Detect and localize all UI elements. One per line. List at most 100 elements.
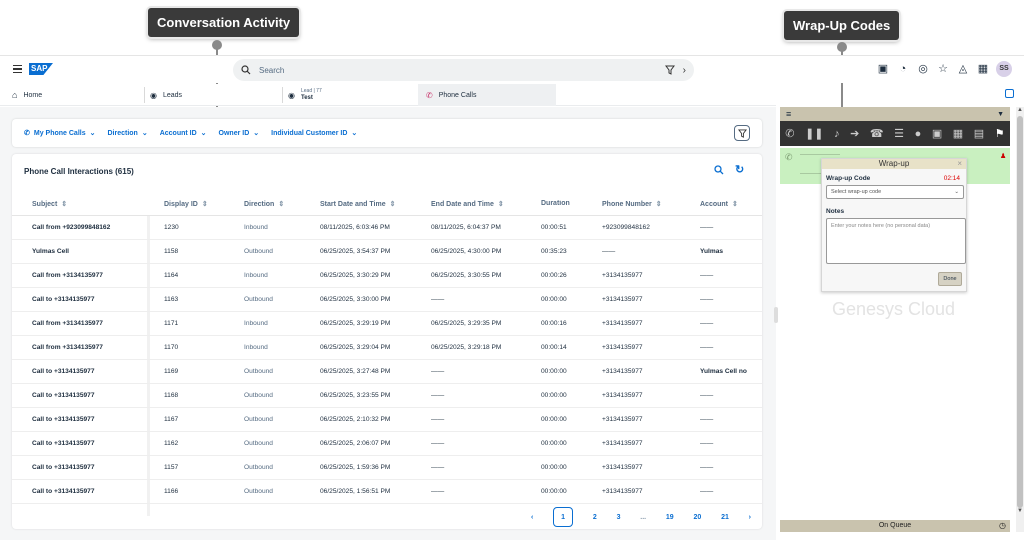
filter-account-id[interactable]: Account ID ⌄ bbox=[160, 129, 207, 138]
scrollbar[interactable]: ▲ ▼ bbox=[1016, 107, 1024, 532]
hangup-icon[interactable]: ☎ bbox=[870, 127, 884, 140]
table-row[interactable]: Call to +3134135977 1157 Outbound 06/25/202… bbox=[12, 456, 762, 480]
chat-icon[interactable]: ◎ bbox=[916, 62, 930, 76]
tab-lead-77[interactable]: ◉ Lead | 77 Test bbox=[282, 84, 322, 106]
table-header: Subject ⇕ Display ID ⇕ Direction ⇕ Start Da… bbox=[12, 192, 762, 216]
filter-individual-customer-id[interactable]: Individual Customer ID ⌄ bbox=[271, 129, 357, 138]
page-19[interactable]: 19 bbox=[666, 514, 674, 521]
table-row[interactable]: Call from +923099848162 1230 Inbound 08/11/… bbox=[12, 216, 762, 240]
record-icon[interactable]: ● bbox=[915, 128, 922, 140]
col-duration[interactable]: Duration bbox=[541, 200, 602, 207]
transfer-icon[interactable]: ➔ bbox=[850, 127, 859, 140]
cell-subject[interactable]: Call from +3134135977 bbox=[12, 272, 164, 279]
table-row[interactable]: Call to +3134135977 1166 Outbound 06/25/202… bbox=[12, 480, 762, 504]
col-start-date[interactable]: Start Date and Time ⇕ bbox=[320, 200, 431, 208]
page-3[interactable]: 3 bbox=[617, 514, 621, 521]
cell-duration: 00:00:00 bbox=[541, 440, 567, 447]
page-20[interactable]: 20 bbox=[693, 514, 701, 521]
panel-resize-handle[interactable] bbox=[774, 307, 778, 323]
cell-end: —— bbox=[431, 368, 445, 375]
filter-icon[interactable] bbox=[664, 65, 675, 75]
scroll-down-arrow[interactable]: ▼ bbox=[1016, 508, 1024, 514]
page-1[interactable]: 1 bbox=[553, 507, 574, 527]
contact-icon[interactable]: ♟ bbox=[1000, 152, 1006, 160]
refresh-icon[interactable]: ↻ bbox=[735, 163, 744, 176]
panel-toggle-icon[interactable] bbox=[1005, 89, 1014, 98]
callout-conversation-activity: Conversation Activity bbox=[148, 8, 300, 37]
cell-subject[interactable]: Call to +3134135977 bbox=[12, 488, 164, 495]
col-display-id[interactable]: Display ID ⇕ bbox=[164, 200, 244, 208]
cell-start: 06/25/2025, 1:59:36 PM bbox=[320, 464, 391, 471]
phone-icon[interactable]: ✆ bbox=[785, 127, 794, 140]
search-input[interactable]: Search bbox=[259, 66, 657, 75]
cell-phone: +923099848162 bbox=[602, 224, 650, 231]
table-row[interactable]: Call to +3134135977 1168 Outbound 06/25/202… bbox=[12, 384, 762, 408]
bell-icon[interactable]: ◬ bbox=[956, 62, 970, 76]
schedule-icon[interactable]: ▤ bbox=[974, 127, 984, 140]
cell-subject[interactable]: Call from +923099848162 bbox=[12, 224, 164, 231]
table-row[interactable]: Call from +3134135977 1164 Inbound 06/25/20… bbox=[12, 264, 762, 288]
done-button[interactable]: Done bbox=[938, 272, 962, 286]
page-2[interactable]: 2 bbox=[593, 514, 597, 521]
cell-subject[interactable]: Call to +3134135977 bbox=[12, 416, 164, 423]
chevron-right-icon[interactable]: › bbox=[683, 65, 686, 76]
wrap-up-code-select[interactable]: Select wrap-up code ⌄ bbox=[826, 185, 964, 199]
table-row[interactable]: Call to +3134135977 1169 Outbound 06/25/202… bbox=[12, 360, 762, 384]
filter-owner-id[interactable]: Owner ID ⌄ bbox=[219, 129, 260, 138]
table-row[interactable]: Call from +3134135977 1171 Inbound 06/25/20… bbox=[12, 312, 762, 336]
cell-subject[interactable]: Call to +3134135977 bbox=[12, 464, 164, 471]
clock-icon[interactable]: ◷ bbox=[999, 520, 1006, 532]
avatar[interactable]: SS bbox=[996, 61, 1012, 77]
lock-icon[interactable]: ▣ bbox=[932, 127, 942, 140]
cell-subject[interactable]: Call to +3134135977 bbox=[12, 440, 164, 447]
cell-subject[interactable]: Call to +3134135977 bbox=[12, 368, 164, 375]
chevron-left-icon[interactable]: ‹ bbox=[531, 514, 533, 521]
chevron-down-icon: ⌄ bbox=[253, 130, 260, 137]
tab-leads[interactable]: ◉ Leads bbox=[144, 84, 182, 106]
filter-settings-button[interactable] bbox=[734, 125, 750, 141]
cell-end: 06/25/2025, 3:29:35 PM bbox=[431, 320, 502, 327]
list-icon[interactable]: ☰ bbox=[894, 127, 904, 140]
filter-direction[interactable]: Direction ⌄ bbox=[107, 129, 148, 138]
scroll-up-arrow[interactable]: ▲ bbox=[1016, 107, 1024, 113]
mute-icon[interactable]: ♪ bbox=[834, 128, 840, 140]
star-icon[interactable]: ☆ bbox=[936, 62, 950, 76]
filter-my-phone-calls[interactable]: ✆ My Phone Calls ⌄ bbox=[24, 129, 95, 138]
chevron-right-icon[interactable]: › bbox=[749, 514, 751, 521]
dialpad-icon[interactable]: ▦ bbox=[953, 127, 963, 140]
table-row[interactable]: Call to +3134135977 1167 Outbound 06/25/202… bbox=[12, 408, 762, 432]
tab-home[interactable]: ⌂ Home bbox=[12, 84, 42, 106]
menu-icon[interactable]: ≡ bbox=[786, 109, 791, 119]
chevron-down-icon: ⌄ bbox=[141, 130, 148, 137]
grid-icon[interactable]: ▦ bbox=[976, 62, 990, 76]
cell-subject[interactable]: Call to +3134135977 bbox=[12, 392, 164, 399]
close-icon[interactable]: × bbox=[957, 159, 962, 168]
hold-icon[interactable]: ❚❚ bbox=[805, 127, 823, 140]
cell-subject[interactable]: Call to +3134135977 bbox=[12, 296, 164, 303]
table-row[interactable]: Call from +3134135977 1170 Inbound 06/25/20… bbox=[12, 336, 762, 360]
search-icon[interactable] bbox=[714, 165, 724, 175]
headset-icon[interactable]: ◔ bbox=[896, 62, 910, 76]
col-account[interactable]: Account ⇕ bbox=[700, 200, 760, 208]
menu-icon[interactable] bbox=[13, 65, 22, 73]
scroll-thumb[interactable] bbox=[1017, 116, 1023, 508]
copilot-icon[interactable]: ▣ bbox=[876, 62, 890, 76]
cell-subject[interactable]: Call from +3134135977 bbox=[12, 344, 164, 351]
table-row[interactable]: Call to +3134135977 1162 Outbound 06/25/202… bbox=[12, 432, 762, 456]
col-end-date[interactable]: End Date and Time ⇕ bbox=[431, 200, 541, 208]
page-21[interactable]: 21 bbox=[721, 514, 729, 521]
col-phone-number[interactable]: Phone Number ⇕ bbox=[602, 200, 700, 208]
col-direction[interactable]: Direction ⇕ bbox=[244, 200, 320, 208]
col-subject[interactable]: Subject ⇕ bbox=[12, 200, 164, 208]
table-row[interactable]: Call to +3134135977 1163 Outbound 06/25/202… bbox=[12, 288, 762, 312]
cell-duration: 00:00:26 bbox=[541, 272, 567, 279]
flag-icon[interactable]: ⚑ bbox=[995, 127, 1005, 140]
caret-down-icon[interactable]: ▼ bbox=[997, 111, 1004, 118]
cell-subject[interactable]: Call from +3134135977 bbox=[12, 320, 164, 327]
cell-subject[interactable]: Yulmas Cell bbox=[12, 248, 164, 255]
tab-phone-calls[interactable]: ✆ Phone Calls bbox=[418, 84, 556, 106]
table-row[interactable]: Yulmas Cell 1158 Outbound 06/25/2025, 3:54:… bbox=[12, 240, 762, 264]
sap-logo[interactable]: SAP bbox=[29, 63, 53, 75]
search-field[interactable]: Search › bbox=[233, 59, 694, 81]
notes-textarea[interactable]: Enter your notes here (no personal data) bbox=[826, 218, 966, 264]
